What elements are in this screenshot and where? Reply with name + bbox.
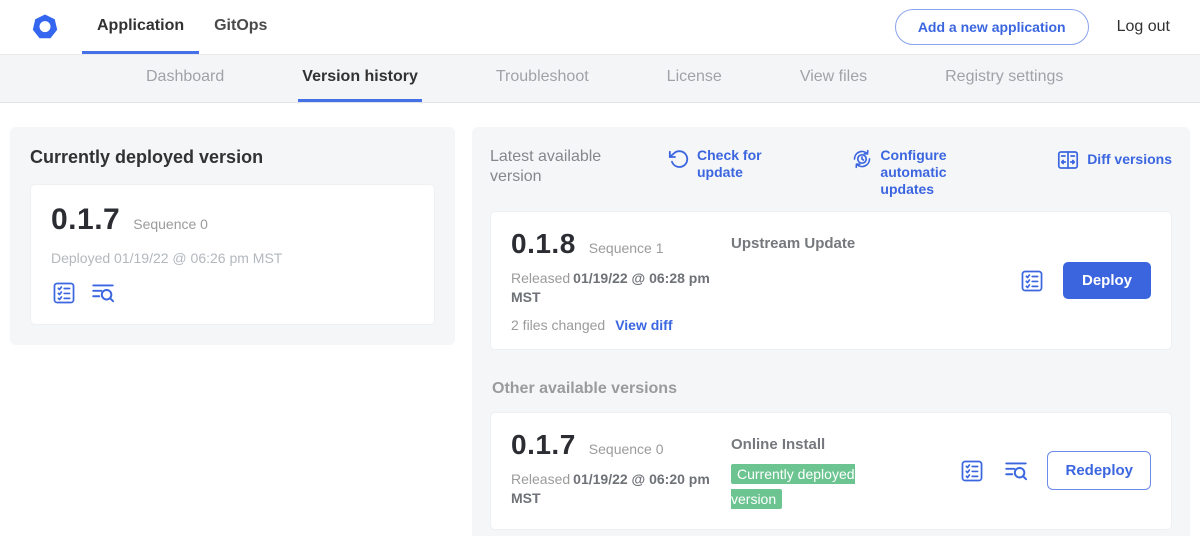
released-label: Released — [511, 270, 570, 286]
view-diff-link[interactable]: View diff — [615, 317, 672, 333]
tab-gitops[interactable]: GitOps — [199, 0, 282, 54]
subnav-dashboard[interactable]: Dashboard — [142, 55, 228, 102]
main-content: Currently deployed version 0.1.7 Sequenc… — [0, 103, 1200, 536]
other-version-number: 0.1.7 — [511, 429, 576, 461]
other-version-row: 0.1.7 Sequence 0 Released01/19/22 @ 06:2… — [490, 412, 1172, 530]
latest-released-date: Released01/19/22 @ 06:28 pm MST — [511, 269, 711, 307]
subnav-troubleshoot[interactable]: Troubleshoot — [492, 55, 593, 102]
kots-logo-icon — [30, 12, 60, 42]
subnav-dashboard-label: Dashboard — [146, 68, 224, 86]
subnav-view-files-label: View files — [800, 68, 867, 86]
other-version-source: Online Install — [731, 436, 825, 453]
top-header: Application GitOps Add a new application… — [0, 0, 1200, 55]
files-changed-label: 2 files changed — [511, 317, 605, 333]
subnav-view-files[interactable]: View files — [796, 55, 871, 102]
current-deployed-date: Deployed 01/19/22 @ 06:26 pm MST — [51, 250, 414, 266]
latest-version-sequence: Sequence 1 — [589, 240, 664, 256]
current-version-number: 0.1.7 — [51, 203, 120, 237]
diff-versions-link[interactable]: Diff versions — [1056, 147, 1172, 172]
subnav-registry-settings[interactable]: Registry settings — [941, 55, 1067, 102]
diff-versions-icon — [1056, 148, 1080, 172]
configure-automatic-updates-link[interactable]: Configure automatic updates — [851, 147, 992, 197]
latest-version-row: 0.1.8 Sequence 1 Released01/19/22 @ 06:2… — [490, 211, 1172, 350]
app-subnav: Dashboard Version history Troubleshoot L… — [0, 55, 1200, 103]
subnav-version-history[interactable]: Version history — [298, 55, 422, 102]
app-logo — [30, 0, 60, 54]
other-released-date: Released01/19/22 @ 06:20 pm MST — [511, 470, 711, 508]
diff-versions-label: Diff versions — [1087, 151, 1172, 168]
released-label: Released — [511, 471, 570, 487]
header-tabs: Application GitOps — [82, 0, 282, 54]
redeploy-button[interactable]: Redeploy — [1047, 451, 1151, 490]
subnav-troubleshoot-label: Troubleshoot — [496, 68, 589, 86]
tab-application-label: Application — [97, 17, 184, 35]
deploy-logs-icon[interactable] — [90, 280, 116, 306]
tab-gitops-label: GitOps — [214, 17, 267, 35]
deploy-button[interactable]: Deploy — [1063, 262, 1151, 299]
current-version-sequence: Sequence 0 — [133, 216, 208, 232]
currently-deployed-badge: Currently deployed version — [731, 464, 855, 509]
configure-automatic-updates-label: Configure automatic updates — [880, 147, 992, 197]
available-updates-panel: Latest available version Check for updat… — [472, 127, 1190, 536]
preflight-checks-icon[interactable] — [1019, 268, 1045, 294]
latest-version-source: Upstream Update — [731, 235, 855, 252]
currently-deployed-title: Currently deployed version — [30, 147, 435, 168]
tab-application[interactable]: Application — [82, 0, 199, 54]
preflight-checks-icon[interactable] — [959, 458, 985, 484]
current-version-card: 0.1.7 Sequence 0 Deployed 01/19/22 @ 06:… — [30, 184, 435, 325]
latest-version-number: 0.1.8 — [511, 228, 576, 260]
subnav-registry-settings-label: Registry settings — [945, 68, 1063, 86]
header-right: Add a new application Log out — [895, 0, 1170, 54]
currently-deployed-badge-wrap: Currently deployed version — [731, 463, 889, 513]
check-for-update-link[interactable]: Check for update — [668, 147, 787, 181]
add-application-button[interactable]: Add a new application — [895, 9, 1089, 45]
latest-available-title: Latest available version — [490, 147, 640, 187]
files-changed-line: 2 files changed View diff — [511, 317, 711, 333]
other-version-sequence: Sequence 0 — [589, 441, 664, 457]
preflight-checks-icon[interactable] — [51, 280, 77, 306]
auto-update-clock-icon — [851, 148, 873, 170]
refresh-icon — [668, 148, 690, 170]
logout-link[interactable]: Log out — [1117, 18, 1170, 36]
check-for-update-label: Check for update — [697, 147, 787, 181]
deploy-logs-icon[interactable] — [1003, 458, 1029, 484]
other-versions-heading: Other available versions — [492, 380, 1172, 398]
subnav-license-label: License — [667, 68, 722, 86]
subnav-license[interactable]: License — [663, 55, 726, 102]
currently-deployed-panel: Currently deployed version 0.1.7 Sequenc… — [10, 127, 455, 345]
subnav-version-history-label: Version history — [302, 68, 418, 86]
